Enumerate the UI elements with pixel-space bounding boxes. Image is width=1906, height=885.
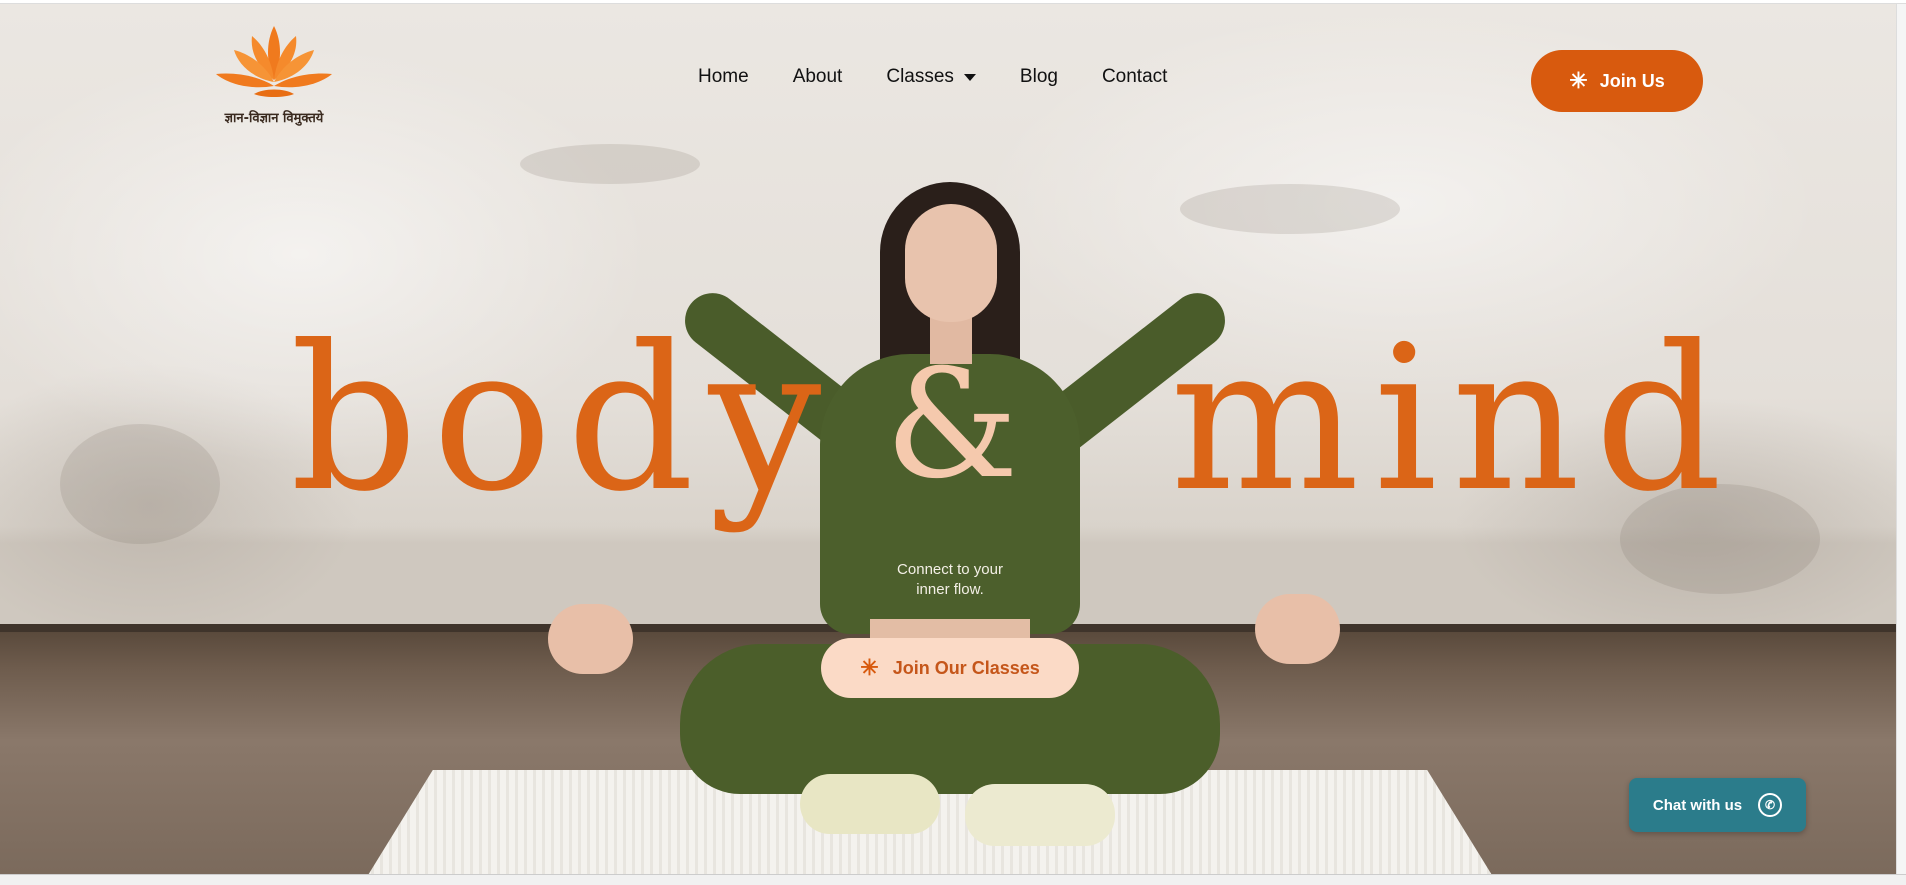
logo-tagline: ज्ञान-विज्ञान विमुक्तये: [224, 111, 324, 126]
join-our-classes-button[interactable]: ✳ Join Our Classes: [821, 638, 1079, 698]
join-our-classes-label: Join Our Classes: [892, 657, 1040, 678]
nav-classes[interactable]: Classes: [886, 66, 976, 88]
nav-blog-label: Blog: [1019, 66, 1058, 87]
page-scrollbar[interactable]: [1896, 4, 1906, 874]
wall-texture: [520, 144, 700, 184]
main-nav: Home About Classes Blog Contact: [698, 66, 1167, 88]
headline-ampersand: &: [885, 338, 1019, 512]
chat-with-us-button[interactable]: Chat with us ✆: [1629, 778, 1806, 832]
nav-home[interactable]: Home: [698, 66, 749, 88]
hero-tagline: Connect to your inner flow.: [897, 561, 1003, 598]
nav-about-label: About: [792, 66, 843, 87]
lotus-icon: [216, 26, 332, 97]
site-logo[interactable]: ज्ञान-विज्ञान विमुक्तये: [214, 22, 334, 137]
headline-word-mind: mind: [1170, 303, 1737, 536]
browser-bottom-bar: [0, 874, 1906, 885]
nav-contact[interactable]: Contact: [1102, 66, 1167, 88]
nav-blog[interactable]: Blog: [1020, 66, 1058, 88]
sparkle-icon: ✳: [1569, 68, 1588, 93]
wall-texture: [1180, 184, 1400, 234]
headline-word-body: body: [290, 303, 836, 536]
nav-about[interactable]: About: [793, 66, 843, 88]
whatsapp-icon: ✆: [1758, 793, 1783, 817]
chevron-down-icon: [963, 73, 976, 81]
nav-classes-label: Classes: [886, 66, 954, 87]
join-us-button[interactable]: ✳ Join Us: [1531, 50, 1703, 112]
yoga-rug: [365, 770, 1495, 874]
chat-label: Chat with us: [1652, 796, 1743, 814]
nav-contact-label: Contact: [1101, 66, 1168, 87]
join-us-label: Join Us: [1599, 70, 1665, 91]
face: [905, 204, 997, 322]
sparkle-icon: ✳: [860, 655, 879, 680]
hero-headline: body & mind: [0, 320, 1906, 550]
nav-home-label: Home: [698, 66, 749, 87]
